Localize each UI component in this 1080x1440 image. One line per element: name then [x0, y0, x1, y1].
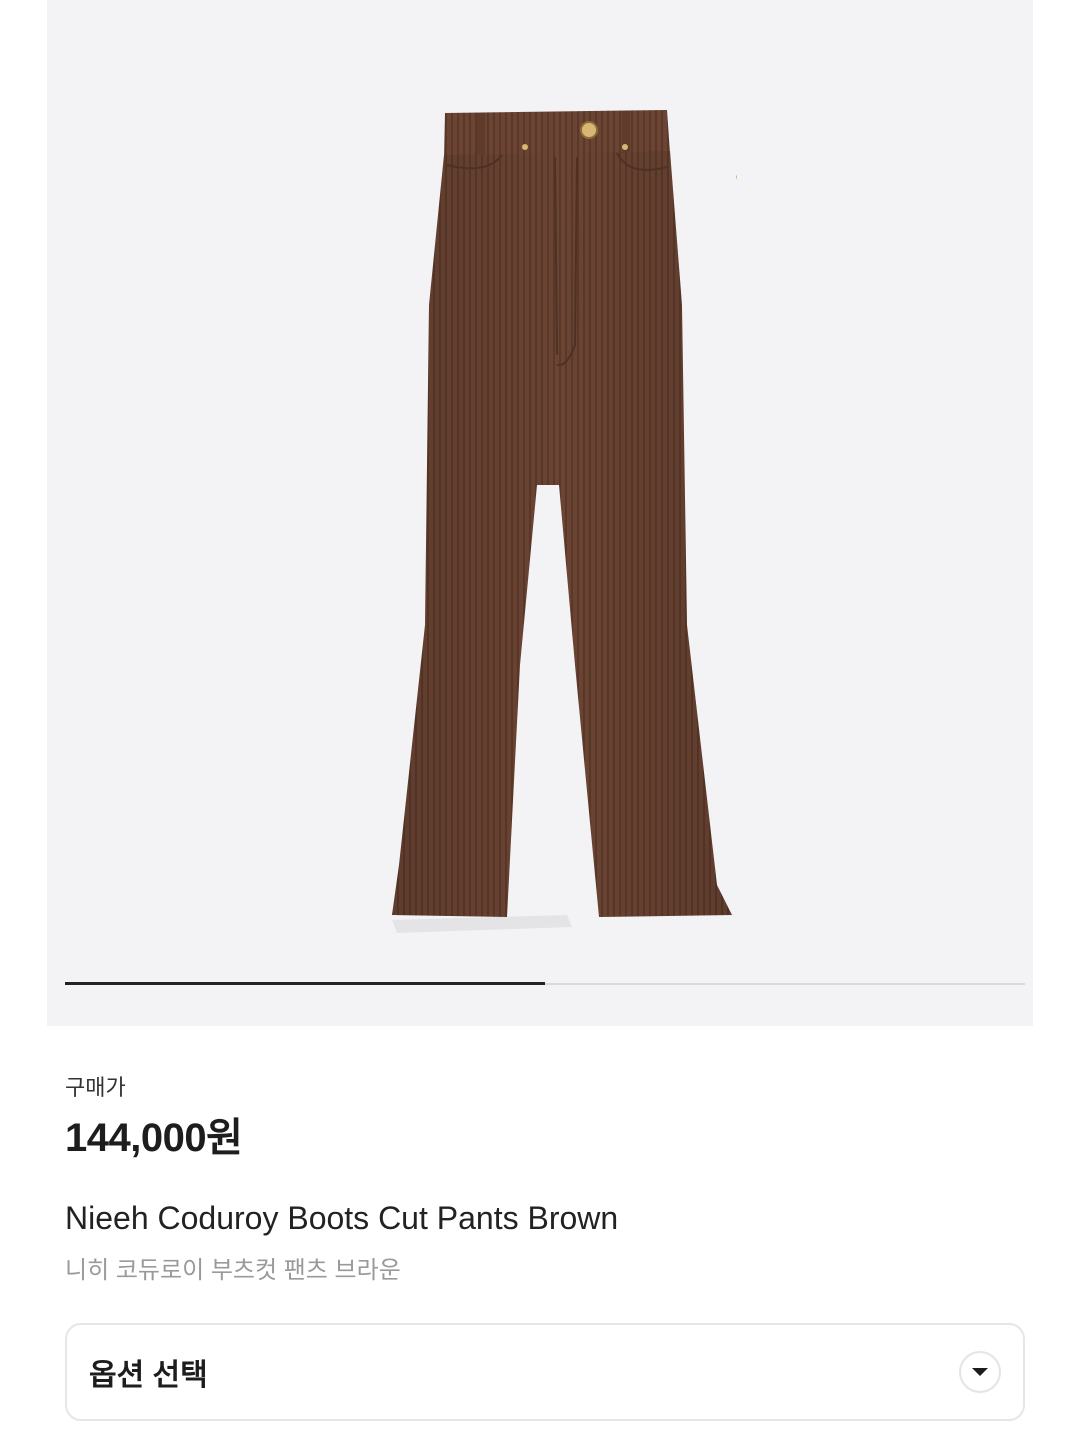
- product-name-en: Nieeh Coduroy Boots Cut Pants Brown: [65, 1200, 619, 1236]
- gallery-progress-fill: [65, 982, 545, 985]
- product-image-gallery[interactable]: [47, 0, 1033, 1026]
- chevron-down-icon[interactable]: [959, 1351, 1001, 1393]
- product-image: [392, 110, 737, 933]
- chevron-down-glyph: [972, 1368, 988, 1376]
- gallery-progress-bar: [65, 982, 1025, 985]
- product-name-ko: 니히 코듀로이 부츠컷 팬츠 브라운: [65, 1257, 401, 1284]
- price-label: 구매가: [65, 1075, 126, 1100]
- price-value: 144,000원: [65, 1116, 243, 1160]
- option-select-dropdown[interactable]: 옵션 선택: [65, 1323, 1025, 1421]
- option-select-label: 옵션 선택: [89, 1359, 208, 1392]
